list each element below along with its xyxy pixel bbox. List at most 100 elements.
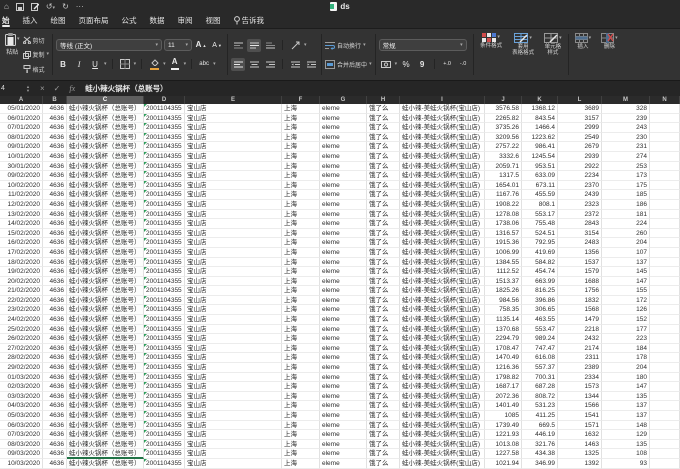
cell[interactable]: 27/02/2020 xyxy=(0,343,43,354)
cell[interactable]: 616.08 xyxy=(522,353,558,364)
cell[interactable]: eleme xyxy=(320,247,367,258)
cell[interactable]: 蛙小辣-美蛙火锅杯(宝山店) xyxy=(400,104,485,114)
cell[interactable] xyxy=(650,411,680,421)
cell[interactable]: 3735.26 xyxy=(485,123,522,133)
cell[interactable]: 2001104355 xyxy=(144,391,185,402)
cell[interactable]: 93 xyxy=(602,458,650,469)
cell[interactable]: 蛙小辣火锅杯（总账号） xyxy=(67,228,144,239)
cell[interactable]: 2372 xyxy=(558,209,602,220)
cell[interactable]: 06/03/2020 xyxy=(0,420,43,431)
cell[interactable]: 243 xyxy=(602,123,650,133)
cell[interactable]: 蛙小辣-美蛙火锅杯(宝山店) xyxy=(400,267,485,277)
align-top-button[interactable] xyxy=(231,39,245,52)
cell[interactable]: 2001104355 xyxy=(144,420,185,431)
cell[interactable]: 524.51 xyxy=(522,228,558,239)
cell[interactable]: 饿了么 xyxy=(367,132,400,143)
cell[interactable]: 396.86 xyxy=(522,295,558,306)
cell[interactable]: 2001104355 xyxy=(144,238,185,248)
cell[interactable]: 上海 xyxy=(282,449,320,459)
cell[interactable]: 4636 xyxy=(43,401,67,411)
cell[interactable]: eleme xyxy=(320,104,367,114)
merge-center-button[interactable]: 合并后居中 ▾ xyxy=(325,56,372,72)
cell[interactable]: 4636 xyxy=(43,142,67,152)
cell[interactable]: 419.69 xyxy=(522,247,558,258)
cell[interactable]: 饿了么 xyxy=(367,219,400,229)
cell[interactable]: 137 xyxy=(602,257,650,268)
cell[interactable]: 饿了么 xyxy=(367,247,400,258)
cell[interactable]: 2922 xyxy=(558,161,602,172)
cell[interactable]: 2001104355 xyxy=(144,247,185,258)
cell[interactable]: 02/03/2020 xyxy=(0,382,43,392)
column-header-H[interactable]: H xyxy=(367,96,400,104)
cell[interactable]: 135 xyxy=(602,439,650,450)
underline-button[interactable]: U xyxy=(88,58,102,71)
cell[interactable]: 4636 xyxy=(43,113,67,124)
cell[interactable]: 蛙小辣火锅杯（总账号） xyxy=(67,295,144,306)
cell[interactable]: 22/02/2020 xyxy=(0,295,43,306)
cell[interactable]: eleme xyxy=(320,190,367,200)
cell[interactable]: eleme xyxy=(320,411,367,421)
cell[interactable]: 宝山店 xyxy=(185,228,282,239)
cell[interactable]: 蛙小辣火锅杯（总账号） xyxy=(67,276,144,287)
cell[interactable]: 蛙小辣-美蛙火锅杯(宝山店) xyxy=(400,247,485,258)
cell[interactable] xyxy=(650,343,680,354)
cell[interactable] xyxy=(650,113,680,124)
cell[interactable]: 2549 xyxy=(558,132,602,143)
cell[interactable]: 蛙小辣火锅杯（总账号） xyxy=(67,132,144,143)
cell[interactable]: 186 xyxy=(602,199,650,210)
cell[interactable]: 蛙小辣火锅杯（总账号） xyxy=(67,113,144,124)
cell[interactable]: 4636 xyxy=(43,199,67,210)
cell[interactable]: 145 xyxy=(602,267,650,277)
cell[interactable]: 蛙小辣-美蛙火锅杯(宝山店) xyxy=(400,334,485,344)
cell[interactable]: 4636 xyxy=(43,228,67,239)
cell[interactable]: 蛙小辣-美蛙火锅杯(宝山店) xyxy=(400,190,485,200)
cell[interactable]: 宝山店 xyxy=(185,180,282,191)
cell[interactable]: eleme xyxy=(320,353,367,364)
cell[interactable]: 23/02/2020 xyxy=(0,305,43,316)
cell[interactable]: eleme xyxy=(320,267,367,277)
cell[interactable]: 2999 xyxy=(558,123,602,133)
cell[interactable]: 蛙小辣-美蛙火锅杯(宝山店) xyxy=(400,257,485,268)
cell[interactable]: 2679 xyxy=(558,142,602,152)
cell[interactable]: 饿了么 xyxy=(367,458,400,469)
column-header-N[interactable]: N xyxy=(650,96,680,104)
cell[interactable]: 蛙小辣火锅杯（总账号） xyxy=(67,161,144,172)
cell[interactable]: 2370 xyxy=(558,180,602,191)
cell[interactable]: 687.28 xyxy=(522,382,558,392)
cell[interactable]: 饿了么 xyxy=(367,401,400,411)
borders-button[interactable] xyxy=(118,58,132,71)
cell[interactable]: 16/02/2020 xyxy=(0,238,43,248)
cell[interactable]: 816.25 xyxy=(522,286,558,296)
cell[interactable]: 953.51 xyxy=(522,161,558,172)
cell[interactable]: 蛙小辣-美蛙火锅杯(宝山店) xyxy=(400,401,485,411)
cell[interactable]: 上海 xyxy=(282,132,320,143)
cell[interactable]: 4636 xyxy=(43,190,67,200)
decrease-font-button[interactable]: A ▼ xyxy=(210,39,224,52)
cell[interactable]: 上海 xyxy=(282,315,320,325)
cell[interactable]: 宝山店 xyxy=(185,315,282,325)
cell[interactable]: 173 xyxy=(602,171,650,181)
home-icon[interactable]: ⌂ xyxy=(4,0,9,13)
cell[interactable]: eleme xyxy=(320,199,367,210)
cell[interactable]: 宝山店 xyxy=(185,276,282,287)
cell[interactable]: 986.41 xyxy=(522,142,558,152)
cell[interactable]: 1739.49 xyxy=(485,420,522,431)
cell[interactable]: 29/02/2020 xyxy=(0,363,43,373)
cell[interactable]: 455.59 xyxy=(522,190,558,200)
cell[interactable]: 上海 xyxy=(282,257,320,268)
undo-button[interactable]: ↺▾ xyxy=(46,0,55,13)
tab-tell-me[interactable]: 告诉我 xyxy=(233,13,264,28)
comma-style-button[interactable]: 9 xyxy=(415,58,429,71)
cell[interactable]: 蛙小辣-美蛙火锅杯(宝山店) xyxy=(400,305,485,316)
phonetic-guide-button[interactable]: abc xyxy=(197,58,211,71)
column-header-E[interactable]: E xyxy=(185,96,282,104)
fill-color-button[interactable] xyxy=(147,58,161,71)
cell[interactable]: 346.99 xyxy=(522,458,558,469)
cell[interactable]: 宝山店 xyxy=(185,449,282,459)
cell[interactable]: 上海 xyxy=(282,363,320,373)
cell[interactable]: 155 xyxy=(602,286,650,296)
cell[interactable]: 1167.76 xyxy=(485,190,522,200)
cell[interactable]: eleme xyxy=(320,257,367,268)
cell[interactable]: 宝山店 xyxy=(185,324,282,335)
tab-view[interactable]: 视图 xyxy=(206,13,221,28)
